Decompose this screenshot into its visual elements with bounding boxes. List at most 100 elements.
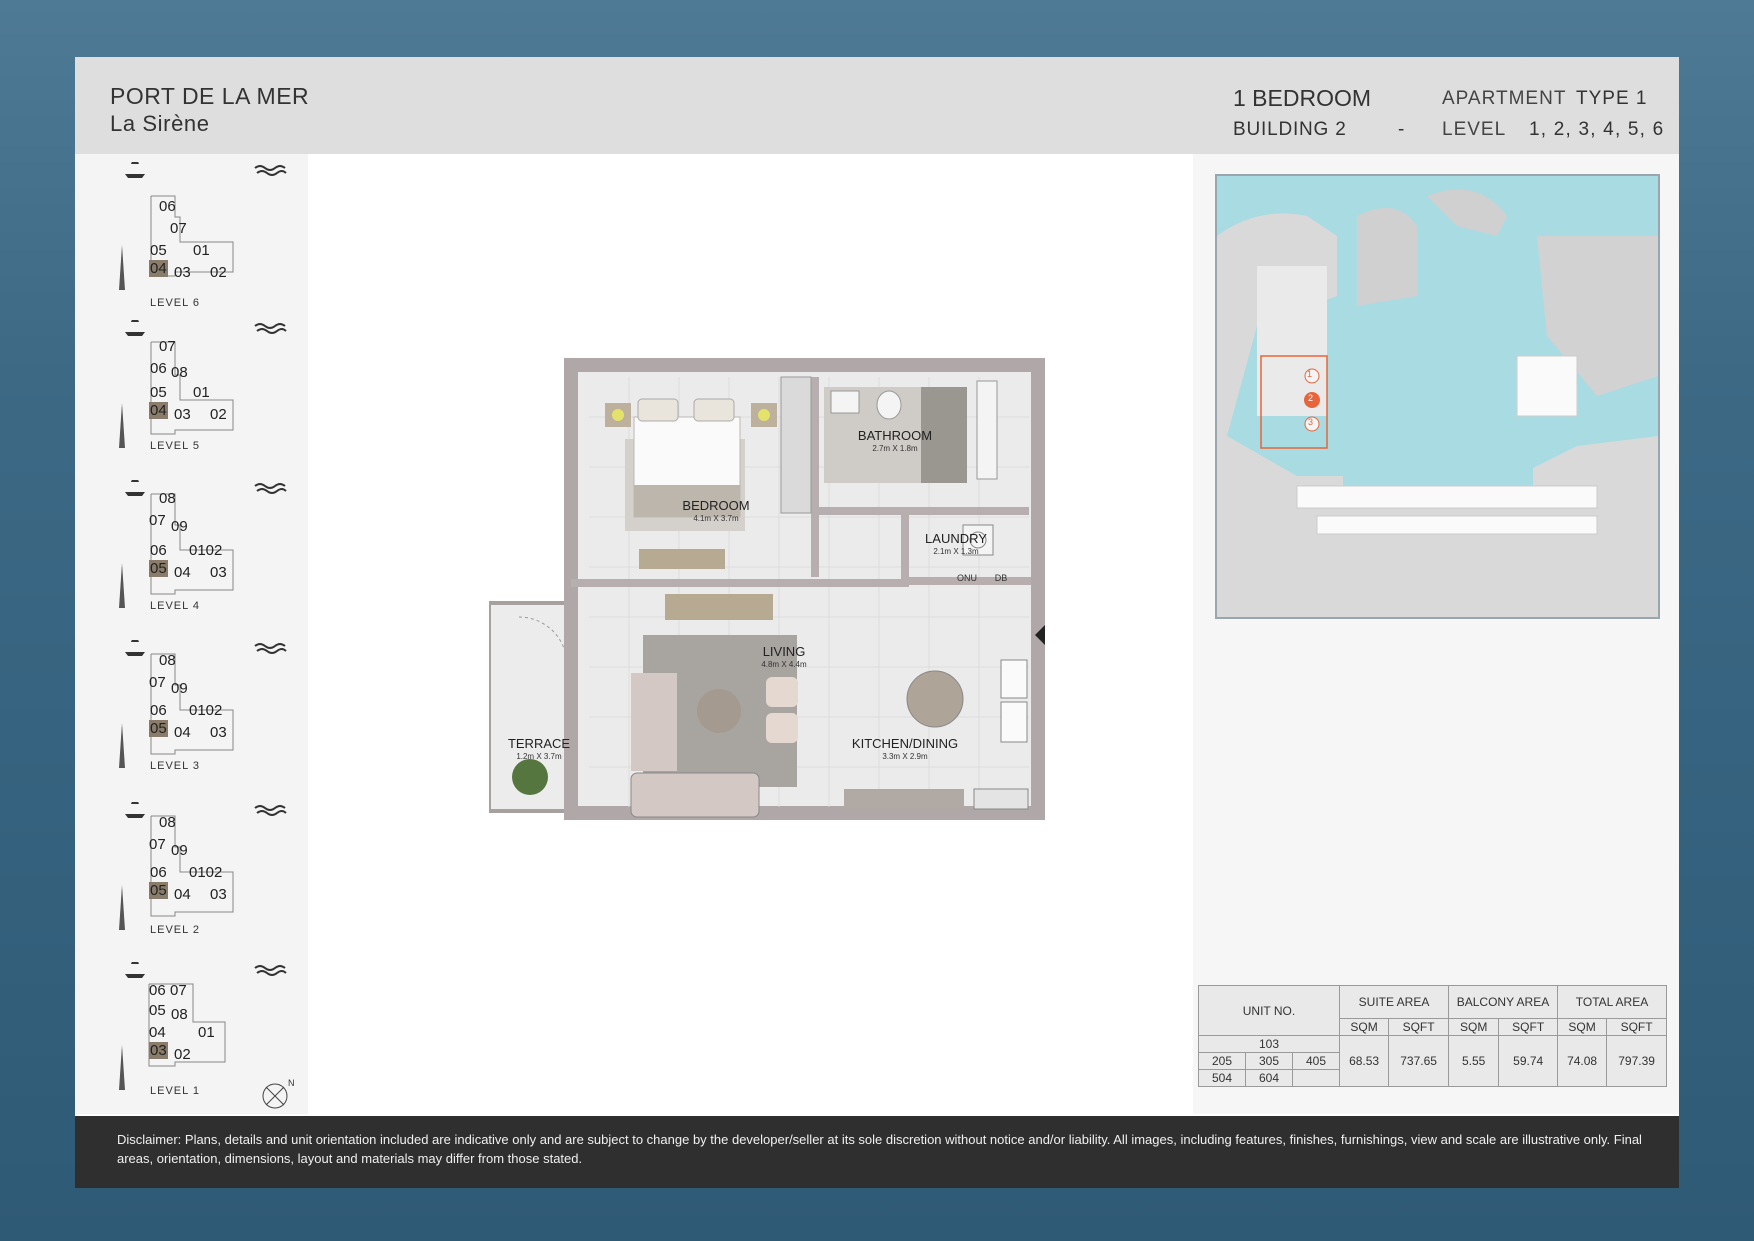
unit-label: 03: [174, 406, 191, 423]
balcony-sqm: 5.55: [1447, 1035, 1500, 1087]
total-area-header: TOTAL AREA: [1557, 985, 1667, 1019]
unit-label: 08: [159, 490, 176, 507]
unit-label: 02: [210, 264, 227, 281]
unit-number: 604: [1245, 1069, 1293, 1087]
tower-icon: [119, 563, 125, 608]
room-dim-kitchen: 3.3m X 2.9m: [882, 752, 928, 761]
header-dash: -: [1398, 119, 1405, 140]
onu-label: ONU: [957, 573, 977, 583]
unit-label: 09: [171, 680, 188, 697]
room-name-bedroom: BEDROOM: [682, 498, 750, 513]
unit-label: 04: [174, 886, 191, 903]
unit-label: 06: [150, 360, 167, 377]
project-name: PORT DE LA MER: [110, 83, 310, 109]
tower-icon: [119, 1045, 125, 1090]
room-dim-bathroom: 2.7m X 1.8m: [872, 444, 918, 453]
waves-icon: [254, 165, 287, 176]
unit-number: 205: [1198, 1052, 1246, 1070]
level-5-plan: 07 06 08 05 01 04 03 02 LEVEL 5: [75, 320, 308, 470]
unit-label: 09: [171, 518, 188, 535]
suite-sqft: 737.65: [1388, 1035, 1449, 1087]
unit-label: 06: [159, 198, 176, 215]
unit-number-empty: [1292, 1069, 1340, 1087]
unit-label-highlighted: 05: [149, 560, 168, 577]
level-6-plan: 06 07 05 01 04 03 02 LEVEL 6: [75, 162, 308, 312]
level-6-diagram: [119, 162, 287, 290]
site-panel: 1 2 3: [1193, 154, 1679, 1114]
boat-icon: [125, 802, 145, 818]
brochure-sheet: PORT DE LA MER La Sirène 1 BEDROOM APART…: [75, 57, 1679, 1188]
unit-label: 01: [198, 1024, 215, 1041]
unit-label: 03: [210, 886, 227, 903]
room-dim-laundry: 2.1m X 1.3m: [933, 547, 979, 556]
compass: N: [261, 1078, 295, 1117]
room-name-living: LIVING: [762, 644, 806, 659]
bedroom-count: 1 BEDROOM: [1233, 85, 1372, 111]
boat-icon: [125, 962, 145, 978]
balcony-sqft: 59.74: [1498, 1035, 1558, 1087]
boat-icon: [125, 162, 145, 178]
unit-label: 05: [149, 1002, 166, 1019]
unit-label: 09: [171, 842, 188, 859]
sqft-header: SQFT: [1606, 1018, 1667, 1036]
unit-number: 103: [1198, 1035, 1340, 1053]
level-2-plan: 08 07 09 06 0102 05 04 03 LEVEL 2: [75, 802, 308, 952]
level-label: LEVEL 4: [150, 600, 201, 612]
unit-label: 05: [150, 242, 167, 259]
db-label: DB: [994, 573, 1008, 583]
level-label: LEVEL 3: [150, 760, 201, 772]
room-dim-terrace: 1.2m X 3.7m: [516, 752, 562, 761]
total-sqft: 797.39: [1606, 1035, 1667, 1087]
level-3-plan: 08 07 09 06 0102 05 04 03 LEVEL 3: [75, 640, 308, 790]
unit-label: 06: [150, 864, 167, 881]
unit-label: 07: [159, 338, 176, 355]
unit-label-highlighted: 04: [149, 402, 168, 419]
unit-label: 06: [150, 702, 167, 719]
unit-no-header: UNIT NO.: [1198, 985, 1340, 1036]
tower-icon: [119, 723, 125, 768]
suite-sqm: 68.53: [1338, 1035, 1390, 1087]
unit-label-highlighted: 04: [149, 260, 168, 277]
level-label: LEVEL 6: [150, 297, 201, 309]
balcony-area-header: BALCONY AREA: [1448, 985, 1558, 1019]
unit-label: 03: [210, 564, 227, 581]
level-4-plan: 08 07 09 06 0102 05 04 03 LEVEL 4: [75, 480, 308, 630]
unit-label: 03: [174, 264, 191, 281]
site-keyplan-map: [1217, 176, 1658, 617]
unit-label: 04: [149, 1024, 166, 1041]
waves-icon: [254, 805, 287, 816]
level-label: LEVEL 1: [150, 1085, 201, 1097]
sqft-header: SQFT: [1388, 1018, 1449, 1036]
unit-label-highlighted: 05: [149, 882, 168, 899]
unit-label: 08: [171, 364, 188, 381]
floor-plan: [489, 358, 1045, 820]
level-label: LEVEL: [1442, 119, 1507, 140]
tower-icon: [119, 403, 125, 448]
unit-label: 07: [149, 512, 166, 529]
unit-label: 04: [174, 564, 191, 581]
disclaimer-bar: Disclaimer: Plans, details and unit orie…: [75, 1116, 1679, 1188]
unit-label: 03: [210, 724, 227, 741]
waves-icon: [254, 643, 287, 654]
apartment-type: TYPE 1: [1576, 88, 1648, 109]
unit-label: 07: [170, 982, 187, 999]
unit-label: 08: [171, 1006, 188, 1023]
unit-label: 02: [174, 1046, 191, 1063]
unit-label-highlighted: 05: [149, 720, 168, 737]
project-subtitle: La Sirène: [110, 111, 210, 136]
unit-label: 08: [159, 652, 176, 669]
level-label: LEVEL 5: [150, 440, 201, 452]
sqm-header: SQM: [1338, 1018, 1390, 1036]
disclaimer-text: Disclaimer: Plans, details and unit orie…: [117, 1132, 1642, 1166]
boat-icon: [125, 320, 145, 336]
unit-label-highlighted: 03: [149, 1042, 168, 1059]
total-sqm: 74.08: [1556, 1035, 1608, 1087]
unit-label: 07: [170, 220, 187, 237]
unit-label: 06: [149, 982, 166, 999]
unit-label: 01: [193, 242, 210, 259]
room-dim-bedroom: 4.1m X 3.7m: [693, 514, 739, 523]
sqm-header: SQM: [1556, 1018, 1608, 1036]
unit-label: 01: [193, 384, 210, 401]
unit-label: 07: [149, 836, 166, 853]
waves-icon: [254, 965, 287, 976]
